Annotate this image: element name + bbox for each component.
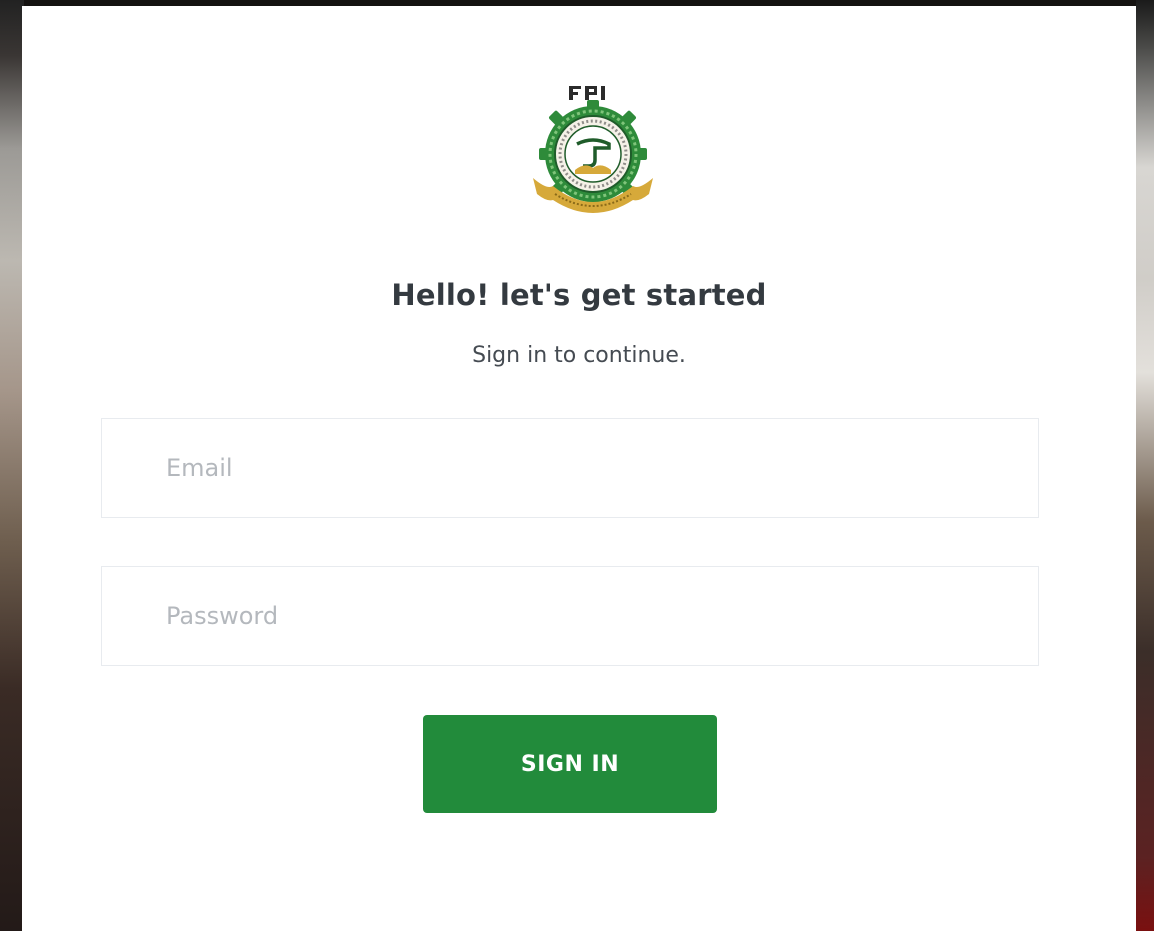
background-left-edge bbox=[0, 0, 24, 931]
page-title: Hello! let's get started bbox=[391, 278, 767, 312]
login-card: Hello! let's get started Sign in to cont… bbox=[22, 6, 1136, 931]
background-right-edge bbox=[1136, 0, 1154, 931]
password-input[interactable] bbox=[101, 566, 1039, 666]
fpi-logo bbox=[529, 86, 659, 221]
fpi-crest-icon bbox=[533, 86, 653, 213]
sign-in-button[interactable]: SIGN IN bbox=[423, 715, 717, 813]
email-input[interactable] bbox=[101, 418, 1039, 518]
page-subtitle: Sign in to continue. bbox=[472, 343, 686, 368]
